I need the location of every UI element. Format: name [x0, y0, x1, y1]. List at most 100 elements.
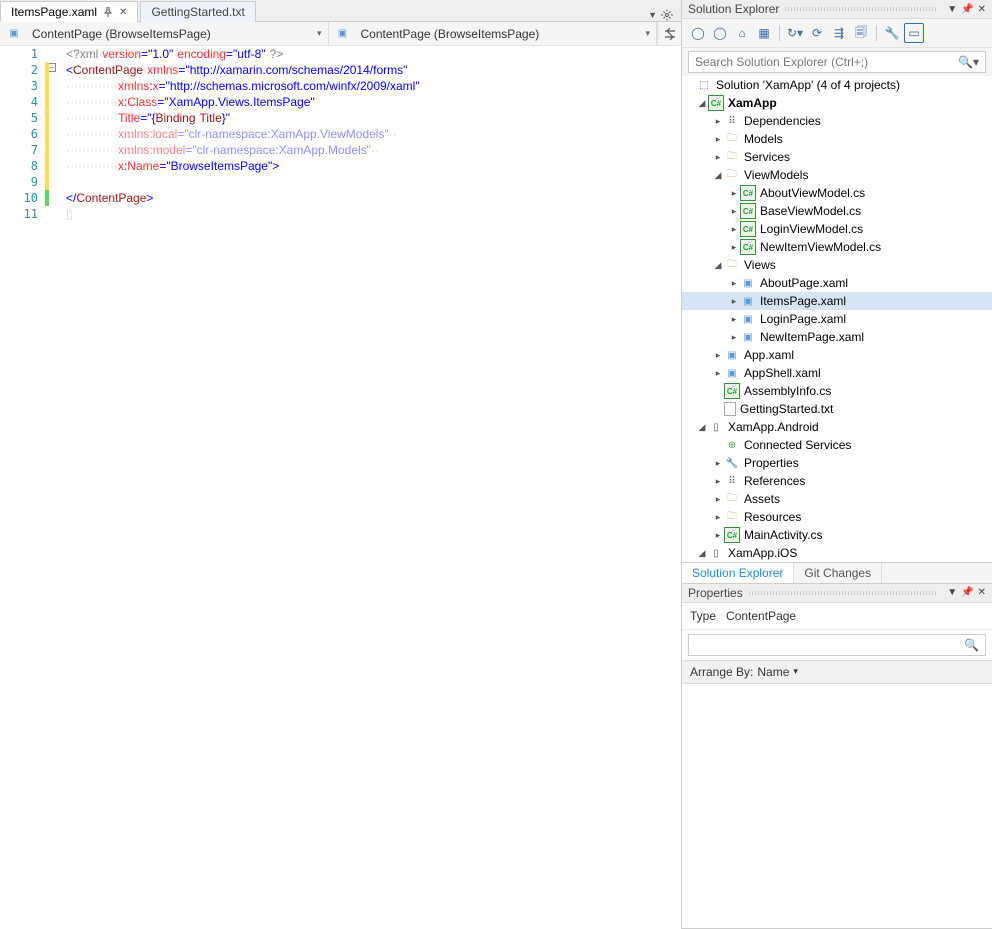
solution-tree[interactable]: ▸⬚Solution 'XamApp' (4 of 4 projects) ◢C…: [682, 76, 992, 562]
tree-node[interactable]: ▸▣LoginPage.xaml: [682, 310, 992, 328]
tree-node[interactable]: ▸C#AssemblyInfo.cs: [682, 382, 992, 400]
tree-node[interactable]: ▸GettingStarted.txt: [682, 400, 992, 418]
solution-explorer-search[interactable]: 🔍▾: [688, 51, 986, 73]
tree-node[interactable]: ▸C#AboutViewModel.cs: [682, 184, 992, 202]
xaml-icon: ▣: [6, 26, 22, 42]
folder-icon: 🗀: [724, 257, 740, 273]
collapse-all-button[interactable]: ⇶: [829, 23, 849, 43]
chevron-down-icon[interactable]: ▼: [947, 587, 957, 598]
solution-icon: ⬚: [696, 77, 712, 93]
references-icon: ⠿: [724, 473, 740, 489]
tab-git-changes[interactable]: Git Changes: [794, 563, 882, 583]
tree-node[interactable]: ▸🗀Models: [682, 130, 992, 148]
member-label: ContentPage (BrowseItemsPage): [361, 27, 540, 41]
member-dropdown[interactable]: ▣ ContentPage (BrowseItemsPage) ▾: [329, 22, 658, 45]
line-number: 5: [0, 110, 38, 126]
tree-node[interactable]: ▸C#NewItemViewModel.cs: [682, 238, 992, 256]
properties-search[interactable]: 🔍: [688, 634, 986, 656]
xaml-icon: ▣: [335, 26, 351, 42]
show-all-files-button[interactable]: 🗐: [851, 23, 871, 43]
line-number: 9: [0, 174, 38, 190]
properties-button[interactable]: 🔧: [882, 23, 902, 43]
tree-node[interactable]: ▸🗀Assets: [682, 490, 992, 508]
tree-node[interactable]: ▸⠿Dependencies: [682, 112, 992, 130]
tree-node[interactable]: ▸C#BaseViewModel.cs: [682, 202, 992, 220]
line-number: 1: [0, 46, 38, 62]
document-tab-bar: ItemsPage.xaml ✕ GettingStarted.txt ▼: [0, 0, 681, 22]
tree-node[interactable]: ▸▣App.xaml: [682, 346, 992, 364]
tree-node[interactable]: ▸🔧Properties: [682, 454, 992, 472]
tab-gettingstarted[interactable]: GettingStarted.txt: [140, 1, 255, 22]
search-input[interactable]: [689, 55, 952, 69]
solution-explorer-title-bar: Solution Explorer ▼ 📌 ✕: [682, 0, 992, 19]
line-number-gutter: 1 2 3 4 5 6 7 8 9 10 11 –: [0, 46, 62, 929]
tree-node[interactable]: ▸C#LoginViewModel.cs: [682, 220, 992, 238]
chevron-down-icon[interactable]: ▼: [648, 10, 657, 20]
panel-title: Solution Explorer: [688, 2, 779, 16]
line-number: 3: [0, 78, 38, 94]
panel-bottom-tabs: Solution Explorer Git Changes: [682, 562, 992, 583]
search-icon[interactable]: 🔍▾: [952, 55, 985, 69]
chevron-down-icon: ▾: [317, 28, 322, 39]
pending-changes-button[interactable]: ↻▾: [785, 23, 805, 43]
tree-node[interactable]: ▸C#MainActivity.cs: [682, 526, 992, 544]
xaml-file-icon: ▣: [740, 311, 756, 327]
editor-pane: ItemsPage.xaml ✕ GettingStarted.txt ▼ ▣ …: [0, 0, 682, 929]
tree-node[interactable]: ▸🗀Services: [682, 148, 992, 166]
tree-node[interactable]: ◢🗀ViewModels: [682, 166, 992, 184]
tree-node[interactable]: ▸▣AboutPage.xaml: [682, 274, 992, 292]
gear-icon[interactable]: [661, 9, 673, 21]
arrange-label: Arrange By:: [690, 665, 753, 679]
tree-node[interactable]: ▸▣NewItemPage.xaml: [682, 328, 992, 346]
properties-search-input[interactable]: [689, 638, 958, 652]
tab-solution-explorer[interactable]: Solution Explorer: [682, 562, 794, 583]
change-marker: [45, 190, 49, 206]
csharp-project-icon: C#: [708, 95, 724, 111]
line-number: 2: [0, 62, 38, 78]
close-icon[interactable]: ✕: [119, 7, 127, 18]
properties-body: Type ContentPage 🔍 Arrange By: Name ▾: [682, 603, 992, 928]
tree-node[interactable]: ▸⊕Connected Services: [682, 436, 992, 454]
solution-node[interactable]: ▸⬚Solution 'XamApp' (4 of 4 projects): [682, 76, 992, 94]
split-button[interactable]: [657, 22, 681, 45]
tree-node[interactable]: ◢🗀Views: [682, 256, 992, 274]
connected-services-icon: ⊕: [724, 437, 740, 453]
line-number: 7: [0, 142, 38, 158]
pin-icon[interactable]: [103, 7, 113, 17]
csharp-file-icon: C#: [740, 185, 756, 201]
preview-button[interactable]: ▭: [904, 23, 924, 43]
project-node[interactable]: ◢▯XamApp.iOS: [682, 544, 992, 562]
forward-button[interactable]: ◯: [710, 23, 730, 43]
tree-node-selected[interactable]: ▸▣ItemsPage.xaml: [682, 292, 992, 310]
tree-node[interactable]: ▸🗀Resources: [682, 508, 992, 526]
code-editor[interactable]: 1 2 3 4 5 6 7 8 9 10 11 – <?xml·version=…: [0, 46, 681, 929]
properties-grid[interactable]: [682, 684, 992, 928]
tab-well-options: ▼: [648, 9, 677, 21]
folder-icon: 🗀: [724, 149, 740, 165]
project-node[interactable]: ◢C#XamApp: [682, 94, 992, 112]
tab-itemspage[interactable]: ItemsPage.xaml ✕: [0, 1, 138, 22]
tree-node[interactable]: ▸⠿References: [682, 472, 992, 490]
close-icon[interactable]: ✕: [978, 587, 986, 598]
project-node[interactable]: ◢▯XamApp.Android: [682, 418, 992, 436]
right-panel-column: Solution Explorer ▼ 📌 ✕ ◯ ◯ ⌂ ▦ ↻▾ ⟳ ⇶ 🗐…: [682, 0, 992, 929]
arrange-by-row[interactable]: Arrange By: Name ▾: [682, 660, 992, 684]
back-button[interactable]: ◯: [688, 23, 708, 43]
ios-project-icon: ▯: [708, 545, 724, 561]
sync-button[interactable]: ⟳: [807, 23, 827, 43]
folder-icon: 🗀: [724, 509, 740, 525]
xaml-file-icon: ▣: [724, 347, 740, 363]
chevron-down-icon[interactable]: ▼: [947, 4, 957, 15]
tree-node[interactable]: ▸▣AppShell.xaml: [682, 364, 992, 382]
xaml-file-icon: ▣: [740, 293, 756, 309]
switch-views-button[interactable]: ▦: [754, 23, 774, 43]
android-project-icon: ▯: [708, 419, 724, 435]
search-icon[interactable]: 🔍: [958, 638, 985, 652]
close-icon[interactable]: ✕: [978, 4, 986, 15]
pin-icon[interactable]: 📌: [961, 587, 973, 598]
pin-icon[interactable]: 📌: [961, 4, 973, 15]
type-row: Type ContentPage: [682, 603, 992, 630]
type-dropdown[interactable]: ▣ ContentPage (BrowseItemsPage) ▾: [0, 22, 329, 45]
xaml-file-icon: ▣: [740, 275, 756, 291]
home-button[interactable]: ⌂: [732, 23, 752, 43]
